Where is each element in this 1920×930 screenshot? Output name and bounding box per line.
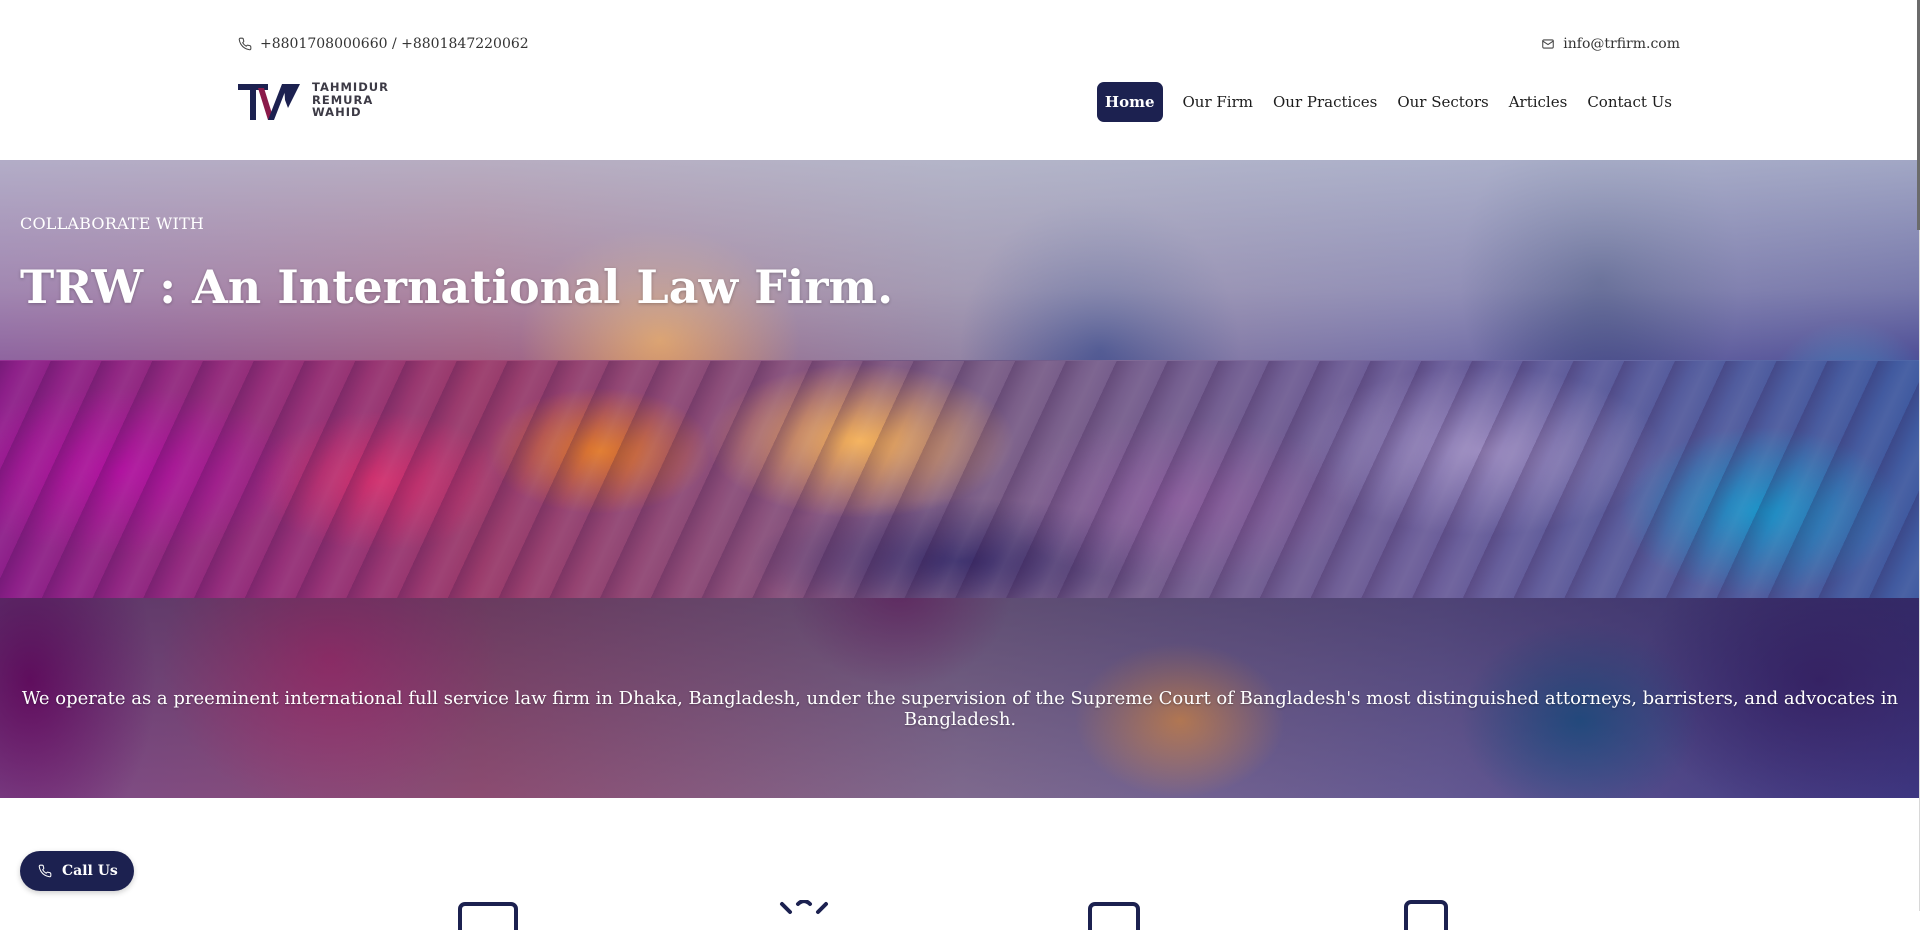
site-header: +8801708000660 / +8801847220062 info@trf…	[0, 0, 1920, 160]
feature-briefcase-icon	[1088, 902, 1140, 930]
trw-logo-mark	[238, 84, 300, 120]
feature-document-icon	[458, 902, 518, 930]
hero-eyebrow: COLLABORATE WITH	[20, 214, 205, 233]
nav-our-practices[interactable]: Our Practices	[1265, 82, 1385, 122]
logo-wordmark: TAHMIDUR REMURA WAHID	[312, 81, 389, 119]
feature-building-icon	[1404, 900, 1448, 930]
phone-icon	[38, 864, 52, 878]
nav-our-firm[interactable]: Our Firm	[1175, 82, 1262, 122]
nav-our-sectors[interactable]: Our Sectors	[1389, 82, 1496, 122]
feature-code-icon	[780, 900, 828, 914]
site-logo[interactable]: TAHMIDUR REMURA WAHID	[238, 78, 389, 122]
nav-articles[interactable]: Articles	[1501, 82, 1576, 122]
nav-home[interactable]: Home	[1096, 82, 1163, 122]
hero-ink-image	[0, 360, 1920, 598]
mail-icon	[1542, 39, 1555, 49]
logo-line-3: WAHID	[312, 105, 362, 120]
call-us-label: Call Us	[62, 863, 118, 879]
nav-contact-us[interactable]: Contact Us	[1579, 82, 1680, 122]
hero-title: TRW : An International Law Firm.	[20, 260, 894, 314]
hero-section: COLLABORATE WITH TRW : An International …	[0, 160, 1920, 798]
email-address: info@trfirm.com	[1563, 36, 1680, 52]
call-us-button[interactable]: Call Us	[20, 851, 134, 891]
hero-description: We operate as a preeminent international…	[21, 688, 1899, 730]
phone-contact[interactable]: +8801708000660 / +8801847220062	[238, 36, 529, 52]
logo-line-1: TAHMIDUR	[312, 80, 389, 95]
main-nav: Home Our Firm Our Practices Our Sectors …	[1096, 82, 1680, 122]
phone-numbers: +8801708000660 / +8801847220062	[260, 36, 529, 52]
email-contact[interactable]: info@trfirm.com	[1541, 36, 1680, 52]
phone-icon	[238, 37, 252, 51]
